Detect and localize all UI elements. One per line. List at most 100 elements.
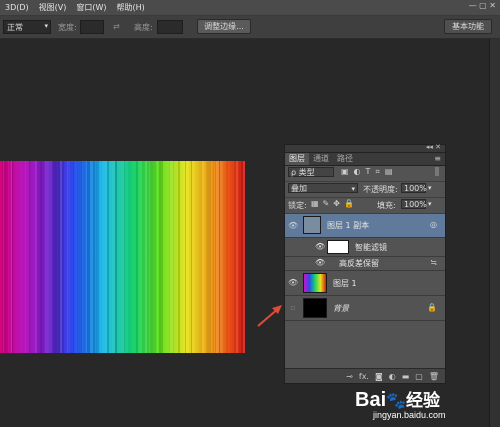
visibility-off-icon[interactable]: ▫ bbox=[288, 303, 298, 312]
watermark-url: jingyan.baidu.com bbox=[373, 410, 446, 420]
stripe bbox=[117, 161, 119, 353]
stripe bbox=[169, 161, 170, 353]
menu-help[interactable]: 帮助(H) bbox=[112, 2, 150, 13]
mask-icon[interactable]: ◙ bbox=[375, 372, 383, 381]
stripe bbox=[159, 161, 161, 353]
group-icon[interactable]: ▬ bbox=[402, 372, 410, 381]
menu-window[interactable]: 窗口(W) bbox=[71, 2, 111, 13]
eye-icon[interactable]: 👁 bbox=[288, 278, 298, 287]
tab-channels[interactable]: 通道 bbox=[309, 153, 333, 165]
opacity-dropdown-icon[interactable]: ▾ bbox=[428, 184, 432, 192]
stripe bbox=[107, 161, 109, 353]
stripe bbox=[166, 161, 169, 353]
opacity-input[interactable]: 100% bbox=[401, 183, 427, 193]
right-scroll-strip[interactable] bbox=[489, 39, 500, 427]
window-controls[interactable]: — ▢ ✕ bbox=[469, 1, 496, 10]
eye-icon[interactable]: 👁 bbox=[315, 258, 325, 267]
high-pass-filter-row[interactable]: 👁 高反差保留 ≒ bbox=[285, 257, 445, 271]
filter-row: ρ 类型 ▣◐T⌗▤ bbox=[285, 166, 445, 182]
stripe bbox=[231, 161, 234, 353]
stripe bbox=[220, 161, 223, 353]
smart-object-icon: ◎ bbox=[430, 220, 437, 229]
stripe bbox=[211, 161, 213, 353]
blend-mode-select[interactable]: 叠加 ▾ bbox=[288, 183, 358, 193]
link-icon[interactable]: ⊸ bbox=[346, 372, 353, 381]
tab-layers[interactable]: 图层 bbox=[285, 153, 309, 165]
stripe bbox=[235, 161, 236, 353]
stripe bbox=[158, 161, 159, 353]
stripe bbox=[90, 161, 93, 353]
stripe bbox=[234, 161, 235, 353]
fill-dropdown-icon[interactable]: ▾ bbox=[428, 200, 432, 208]
stripe bbox=[74, 161, 77, 353]
filter-toggle[interactable] bbox=[435, 167, 439, 176]
stripe bbox=[44, 161, 45, 353]
chevron-down-icon: ▾ bbox=[351, 185, 355, 193]
width-label: 宽度: bbox=[58, 23, 77, 32]
stripe bbox=[204, 161, 206, 353]
stripe bbox=[128, 161, 131, 353]
width-input[interactable] bbox=[80, 20, 104, 34]
stripe bbox=[4, 161, 6, 353]
stripe bbox=[183, 161, 185, 353]
stripe bbox=[236, 161, 238, 353]
fx-icon[interactable]: fx. bbox=[359, 372, 369, 381]
stripe bbox=[42, 161, 44, 353]
stripe bbox=[138, 161, 139, 353]
stripe bbox=[31, 161, 33, 353]
panel-menu-icon[interactable]: ≡ bbox=[434, 153, 441, 165]
stripe bbox=[83, 161, 85, 353]
fill-value: 100% bbox=[404, 200, 427, 209]
filter-icons[interactable]: ▣◐T⌗▤ bbox=[341, 167, 398, 177]
stripe bbox=[149, 161, 150, 353]
stripe bbox=[79, 161, 81, 353]
stripe bbox=[189, 161, 191, 353]
stripe bbox=[22, 161, 25, 353]
fill-input[interactable]: 100% bbox=[401, 199, 427, 209]
stripe bbox=[226, 161, 228, 353]
layer-row-background[interactable]: ▫ 背景 🔒 bbox=[285, 296, 445, 321]
layer-name: 智能滤镜 bbox=[355, 243, 387, 252]
stripe bbox=[201, 161, 202, 353]
stripe bbox=[35, 161, 37, 353]
tab-paths[interactable]: 路径 bbox=[333, 153, 357, 165]
stripe bbox=[136, 161, 138, 353]
refine-edge-button[interactable]: 调整边缘... bbox=[197, 19, 251, 34]
panel-titlebar[interactable]: ◂◂ ✕ bbox=[285, 143, 445, 153]
stripe bbox=[14, 161, 17, 353]
filter-type-select[interactable]: ρ 类型 bbox=[288, 167, 334, 177]
stripe bbox=[214, 161, 215, 353]
collapse-icon[interactable]: ◂◂ ✕ bbox=[426, 143, 441, 151]
eye-icon[interactable]: 👁 bbox=[315, 242, 325, 251]
new-layer-icon[interactable]: ▢ bbox=[415, 372, 423, 381]
trash-icon[interactable]: 🗑 bbox=[429, 372, 439, 381]
filter-options-icon[interactable]: ≒ bbox=[430, 258, 437, 267]
eye-icon[interactable]: 👁 bbox=[288, 221, 298, 230]
stripe bbox=[157, 161, 158, 353]
smart-filters-row[interactable]: 👁 智能滤镜 bbox=[285, 238, 445, 257]
height-label: 高度: bbox=[134, 23, 153, 32]
height-input[interactable] bbox=[157, 20, 183, 34]
layer-name: 背景 bbox=[333, 304, 349, 313]
menu-view[interactable]: 视图(V) bbox=[34, 2, 72, 13]
adjustment-icon[interactable]: ◐ bbox=[389, 372, 396, 381]
layer-row-layer1[interactable]: 👁 图层 1 bbox=[285, 271, 445, 296]
stripe bbox=[215, 161, 216, 353]
workspace-switcher[interactable]: 基本功能 bbox=[444, 19, 492, 34]
stripe bbox=[223, 161, 225, 353]
mode-select-value: 正常 bbox=[7, 23, 23, 32]
mode-select[interactable]: 正常 ▾ bbox=[3, 20, 51, 34]
layer-row-copy[interactable]: 👁 图层 1 副本 ◎ bbox=[285, 214, 445, 238]
lock-icons[interactable]: ▦✎✥🔒 bbox=[311, 199, 358, 208]
stripe bbox=[148, 161, 149, 353]
stripe bbox=[3, 161, 4, 353]
stripe bbox=[97, 161, 99, 353]
stripe bbox=[239, 161, 240, 353]
stripe bbox=[124, 161, 125, 353]
stripe bbox=[12, 161, 13, 353]
stripe bbox=[202, 161, 204, 353]
swap-icon[interactable]: ⇄ bbox=[113, 22, 120, 31]
stripe bbox=[95, 161, 96, 353]
stripe bbox=[64, 161, 67, 353]
menu-3d[interactable]: 3D(D) bbox=[0, 3, 34, 12]
